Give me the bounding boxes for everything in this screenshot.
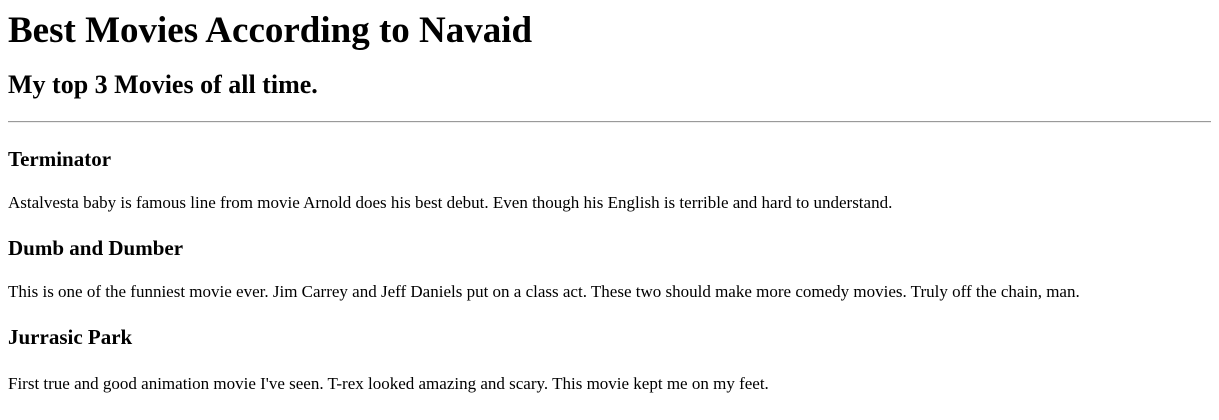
movie-list: Terminator Astalvesta baby is famous lin… [8,146,1211,395]
movie-item-terminator: Terminator Astalvesta baby is famous lin… [8,146,1211,214]
page-subtitle: My top 3 Movies of all time. [8,70,318,99]
divider [8,121,1211,123]
movie-description: This is one of the funniest movie ever. … [8,282,1080,301]
movie-title: Dumb and Dumber [8,236,184,260]
page-title: Best Movies According to Navaid [8,10,533,51]
movie-title: Jurrasic Park [8,325,133,349]
movie-title: Terminator [8,147,112,171]
movie-item-dumb-and-dumber: Dumb and Dumber This is one of the funni… [8,235,1211,303]
movie-item-jurrasic-park: Jurrasic Park First true and good animat… [8,324,1211,395]
movie-description: Astalvesta baby is famous line from movi… [8,193,893,212]
movie-description: First true and good animation movie I've… [8,374,769,393]
